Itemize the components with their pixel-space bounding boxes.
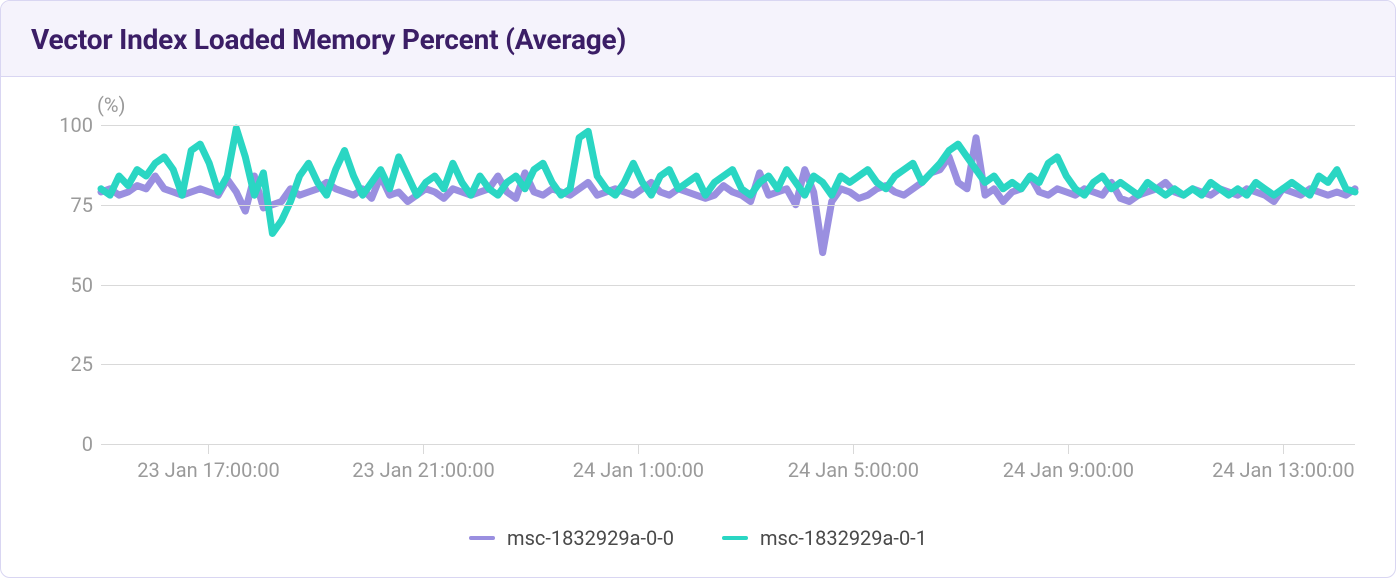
plot-area: 0255075100 [101, 125, 1355, 444]
x-tick-label: 23 Jan 17:00:00 [137, 458, 280, 482]
x-tick-mark [423, 444, 424, 454]
y-tick-label: 0 [43, 432, 93, 456]
x-tick-label: 23 Jan 21:00:00 [352, 458, 495, 482]
legend-label: msc-1832929a-0-0 [507, 526, 674, 550]
x-tick-label: 24 Jan 13:00:00 [1212, 458, 1355, 482]
gridline [101, 125, 1355, 126]
x-tick-mark [1283, 444, 1284, 454]
x-tick-mark [208, 444, 209, 454]
gridline [101, 364, 1355, 365]
gridline [101, 205, 1355, 206]
y-axis-unit: (%) [97, 93, 125, 117]
legend-swatch-icon [469, 536, 495, 540]
x-tick-mark [1068, 444, 1069, 454]
legend-swatch-icon [722, 536, 748, 540]
legend-item-series-1[interactable]: msc-1832929a-0-1 [722, 526, 927, 550]
chart-title: Vector Index Loaded Memory Percent (Aver… [31, 23, 1365, 56]
chart-body: (%) 0255075100 23 Jan 17:00:0023 Jan 21:… [1, 77, 1395, 564]
gridline [101, 285, 1355, 286]
x-tick-label: 24 Jan 5:00:00 [788, 458, 919, 482]
x-axis-ticks: 23 Jan 17:00:00 23 Jan 21:00:00 24 Jan 1:0… [101, 454, 1355, 494]
x-tick-label: 24 Jan 1:00:00 [573, 458, 704, 482]
chart-legend: msc-1832929a-0-0 msc-1832929a-0-1 [1, 526, 1395, 550]
chart-panel: Vector Index Loaded Memory Percent (Aver… [0, 0, 1396, 578]
chart-header: Vector Index Loaded Memory Percent (Aver… [1, 1, 1395, 77]
x-tick-mark [638, 444, 639, 454]
y-tick-label: 50 [43, 273, 93, 297]
gridline [101, 444, 1355, 445]
y-tick-label: 25 [43, 352, 93, 376]
y-tick-label: 75 [43, 193, 93, 217]
legend-item-series-0[interactable]: msc-1832929a-0-0 [469, 526, 674, 550]
legend-label: msc-1832929a-0-1 [760, 526, 927, 550]
y-tick-label: 100 [43, 113, 93, 137]
x-tick-mark [853, 444, 854, 454]
x-tick-label: 24 Jan 9:00:00 [1003, 458, 1134, 482]
